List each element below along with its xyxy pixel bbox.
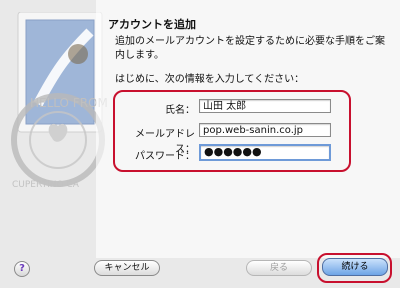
back-button[interactable]: 戻る xyxy=(246,260,312,276)
name-field[interactable]: 山田 太郎 xyxy=(199,99,331,113)
stamp-bottom-text: CUPERTINO CA xyxy=(12,180,80,190)
cancel-button[interactable]: キャンセル xyxy=(94,260,160,276)
password-field[interactable]: ●●●●●● xyxy=(199,144,331,161)
add-account-dialog: HELLO FROM CUPERTINO CA アカウントを追加 追加のメールア… xyxy=(0,0,400,288)
email-field[interactable]: pop.web-sanin.co.jp xyxy=(199,123,331,137)
name-label: 氏名： xyxy=(165,105,195,116)
password-label: パスワード： xyxy=(135,151,195,162)
dialog-description: 追加のメールアカウントを設定するために必要な手順をご案内します。 xyxy=(115,36,385,61)
dialog-title: アカウントを追加 xyxy=(108,18,196,31)
dialog-lead: はじめに、次の情報を入力してください： xyxy=(115,74,305,85)
continue-button[interactable]: 続ける xyxy=(322,258,388,276)
help-button[interactable]: ? xyxy=(14,261,30,277)
